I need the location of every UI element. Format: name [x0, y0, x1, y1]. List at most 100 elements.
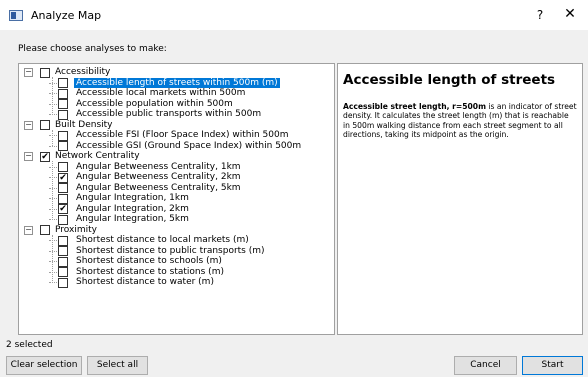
item-label: Accessible length of streets within 500m… [74, 77, 280, 88]
description-text: Accessible street length, r=500m is an i… [343, 102, 577, 139]
title-bar: Analyze Map ? ✕ [0, 0, 588, 30]
tree-item[interactable]: Accessible GSI (Ground Space Index) with… [19, 140, 334, 151]
item-label: Shortest distance to stations (m) [76, 266, 224, 277]
item-label: Angular Integration, 5km [76, 214, 189, 224]
tree-branch-line [49, 103, 57, 105]
tree-item[interactable]: Angular Betweeness Centrality, 1km [19, 161, 334, 172]
analysis-tree[interactable]: − Accessibility Accessible length of stree… [18, 63, 335, 335]
item-checkbox[interactable] [58, 183, 68, 193]
cancel-button[interactable]: Cancel [454, 356, 517, 375]
item-checkbox[interactable]: ✔ [58, 204, 68, 214]
category-checkbox[interactable] [40, 120, 50, 130]
item-checkbox[interactable] [58, 109, 68, 120]
tree-branch-line [49, 198, 57, 199]
item-checkbox[interactable] [58, 141, 68, 151]
tree-item[interactable]: Accessible length of streets within 500m… [19, 77, 334, 88]
start-button[interactable]: Start [522, 356, 583, 375]
item-label: Accessible GSI (Ground Space Index) with… [76, 140, 302, 151]
category-label: Built Density [55, 119, 113, 130]
tree-item[interactable]: Angular Betweeness Centrality, 5km [19, 182, 334, 193]
item-label: Angular Betweeness Centrality, 1km [76, 161, 241, 172]
tree-category[interactable]: − Accessibility [19, 67, 334, 78]
item-label: Accessible FSI (Floor Space Index) withi… [76, 130, 289, 140]
item-label: Angular Betweeness Centrality, 5km [76, 182, 241, 193]
item-label: Shortest distance to water (m) [76, 277, 214, 287]
tree-item[interactable]: Shortest distance to local markets (m) [19, 235, 334, 246]
tree-item[interactable]: Angular Integration, 1km [19, 193, 334, 204]
tree-branch-line [49, 219, 57, 220]
item-label: Accessible local markets within 500m [76, 88, 246, 98]
collapse-icon[interactable]: − [24, 120, 33, 130]
category-label: Proximity [55, 224, 97, 235]
app-window-icon [9, 10, 23, 21]
collapse-icon[interactable]: − [24, 225, 33, 235]
tree-branch-line [49, 166, 57, 168]
instruction-label: Please choose analyses to make: [18, 44, 167, 54]
tree-guide-line [52, 161, 53, 220]
tree-branch-line [49, 282, 57, 283]
selection-count: 2 selected [6, 340, 53, 350]
item-label: Shortest distance to public transports (… [76, 245, 265, 256]
item-checkbox[interactable] [58, 235, 68, 246]
item-label: Accessible public transports within 500m [76, 109, 262, 119]
tree-item[interactable]: Shortest distance to water (m) [19, 277, 334, 288]
item-checkbox[interactable] [58, 214, 68, 225]
collapse-icon[interactable]: − [24, 152, 33, 161]
tree-guide-line [52, 234, 53, 283]
item-label: Angular Betweeness Centrality, 2km [76, 172, 241, 182]
tree-branch-line [49, 240, 57, 241]
tree-item[interactable]: Angular Integration, 5km [19, 214, 334, 225]
tree-item[interactable]: Shortest distance to public transports (… [19, 245, 334, 256]
tree-branch-line [49, 187, 57, 189]
close-button[interactable]: ✕ [562, 6, 578, 22]
tree-branch-line [49, 145, 57, 147]
item-label: Angular Integration, 2km [76, 203, 189, 214]
tree-branch-line [49, 250, 57, 252]
item-checkbox[interactable] [58, 162, 68, 172]
tree-category[interactable]: − ✔ Network Centrality [19, 151, 334, 162]
item-checkbox[interactable]: ✔ [58, 172, 68, 183]
tree-item[interactable]: ✔ Angular Integration, 2km [19, 203, 334, 214]
item-checkbox[interactable] [58, 267, 68, 277]
tree-guide-line [52, 129, 53, 146]
tree-branch-line [49, 177, 57, 178]
description-title: Accessible length of streets [343, 72, 556, 88]
item-checkbox[interactable] [58, 193, 68, 204]
item-checkbox[interactable] [58, 78, 68, 88]
category-checkbox[interactable]: ✔ [40, 151, 50, 162]
tree-item[interactable]: ✔ Angular Betweeness Centrality, 2km [19, 172, 334, 183]
tree-item[interactable]: Accessible local markets within 500m [19, 88, 334, 99]
item-label: Accessible population within 500m [76, 98, 233, 109]
collapse-icon[interactable]: − [24, 68, 33, 77]
item-checkbox[interactable] [58, 256, 68, 267]
category-checkbox[interactable] [40, 225, 50, 235]
tree-item[interactable]: Accessible FSI (Floor Space Index) withi… [19, 130, 334, 141]
tree-item[interactable]: Accessible public transports within 500m [19, 109, 334, 120]
help-button[interactable]: ? [532, 7, 548, 23]
item-label: Shortest distance to local markets (m) [76, 235, 249, 245]
item-label: Angular Integration, 1km [76, 193, 189, 203]
tree-branch-line [49, 271, 57, 273]
item-checkbox[interactable] [58, 246, 68, 256]
item-checkbox[interactable] [58, 99, 68, 109]
item-label: Shortest distance to schools (m) [76, 256, 222, 266]
tree-branch-line [49, 82, 57, 84]
select-all-button[interactable]: Select all [87, 356, 148, 375]
category-label: Network Centrality [55, 151, 140, 161]
tree-category[interactable]: − Built Density [19, 119, 334, 130]
tree-branch-line [49, 135, 57, 136]
tree-category[interactable]: − Proximity [19, 224, 334, 235]
item-checkbox[interactable] [58, 130, 68, 141]
tree-list: − Accessibility Accessible length of stree… [19, 64, 334, 288]
tree-item[interactable]: Shortest distance to stations (m) [19, 266, 334, 277]
item-checkbox[interactable] [58, 88, 68, 99]
tree-branch-line [49, 114, 57, 115]
tree-branch-line [49, 208, 57, 210]
tree-item[interactable]: Accessible population within 500m [19, 98, 334, 109]
tree-item[interactable]: Shortest distance to schools (m) [19, 256, 334, 267]
clear-selection-button[interactable]: Clear selection [6, 356, 82, 375]
category-checkbox[interactable] [40, 67, 50, 78]
item-checkbox[interactable] [58, 277, 68, 288]
tree-guide-line [52, 77, 53, 115]
window-title: Analyze Map [31, 9, 102, 22]
